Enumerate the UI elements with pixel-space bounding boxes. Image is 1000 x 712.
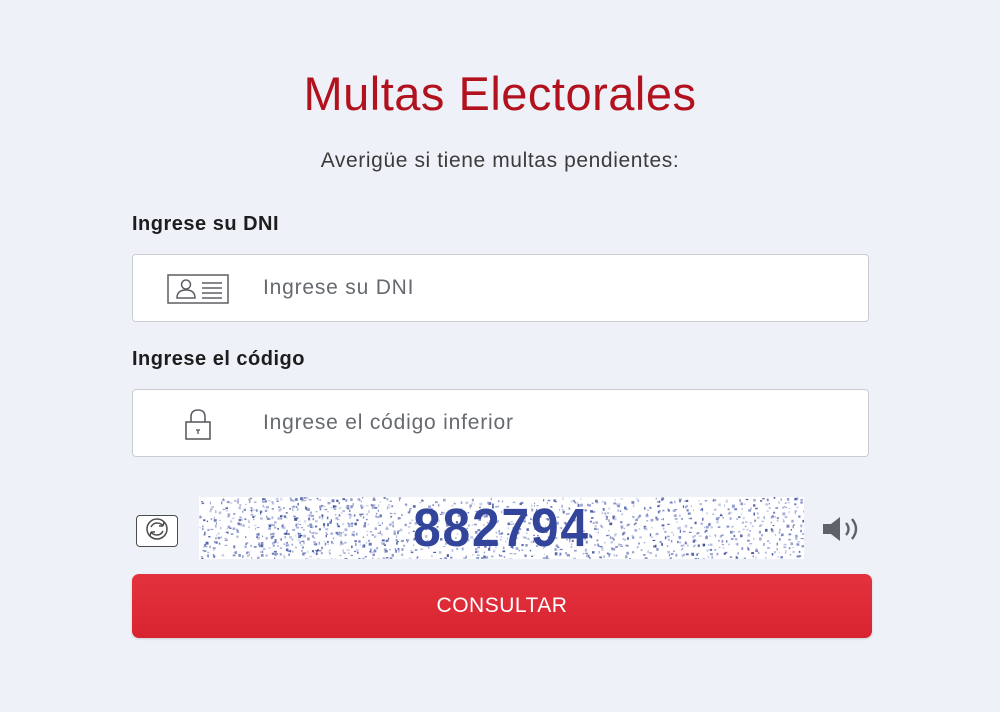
speaker-icon [820,514,866,549]
dni-label: Ingrese su DNI [132,213,280,235]
captcha-image: 882794 [199,497,804,559]
page-subtitle: Averigüe si tiene multas pendientes: [320,149,680,172]
code-field[interactable]: Ingrese el código inferior [132,389,869,457]
refresh-icon [142,516,172,547]
code-input[interactable]: Ingrese el código inferior [263,390,514,456]
lock-icon [167,408,229,440]
captcha-text: 882794 [413,498,590,558]
page-title: Multas Electorales [303,67,697,120]
dni-field[interactable]: Ingrese su DNI [132,254,869,322]
refresh-captcha-button[interactable] [136,515,178,547]
audio-captcha-button[interactable] [820,515,866,547]
consult-button[interactable]: CONSULTAR [132,574,872,638]
code-label: Ingrese el código [132,348,305,370]
id-card-icon [167,273,229,305]
dni-input[interactable]: Ingrese su DNI [263,255,414,321]
